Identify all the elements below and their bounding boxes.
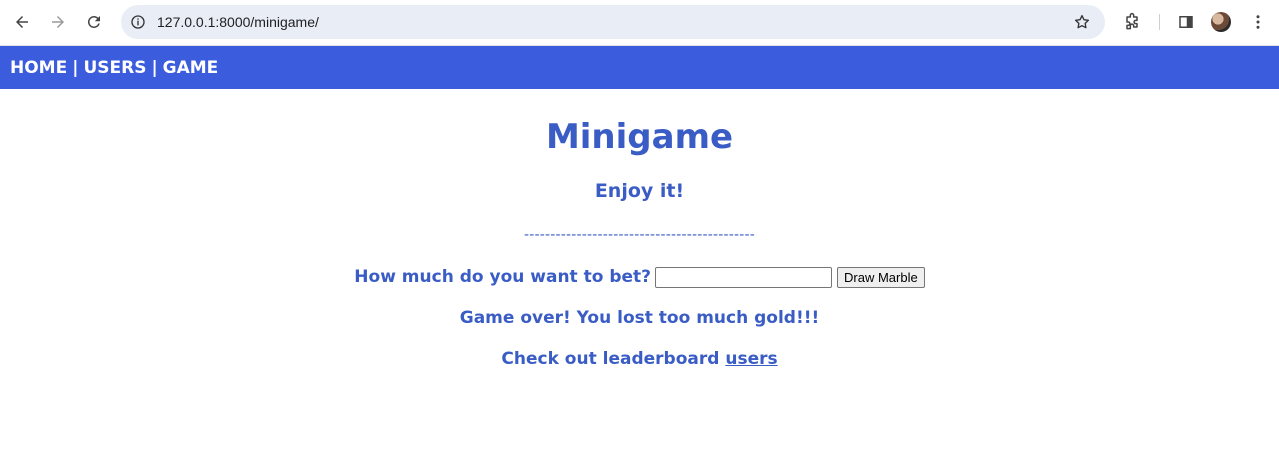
back-button[interactable] <box>9 9 35 35</box>
browser-toolbar: 127.0.0.1:8000/minigame/ <box>0 0 1279 46</box>
forward-button[interactable] <box>45 9 71 35</box>
page-title: Minigame <box>545 117 734 157</box>
leaderboard-line: Check out leaderboard users <box>0 347 1279 371</box>
dashed-divider: ----------------------------------------… <box>523 227 756 243</box>
side-panel-icon[interactable] <box>1175 11 1197 33</box>
forward-arrow-icon <box>52 16 64 28</box>
page-subtitle: Enjoy it! <box>594 180 685 202</box>
toolbar-divider <box>1159 14 1160 30</box>
nav-game-link[interactable]: GAME <box>163 58 219 78</box>
address-bar[interactable]: 127.0.0.1:8000/minigame/ <box>121 5 1105 39</box>
draw-marble-button[interactable]: Draw Marble <box>837 266 925 288</box>
reload-icon <box>87 15 100 28</box>
reload-button[interactable] <box>81 9 107 35</box>
avatar[interactable] <box>1211 12 1231 32</box>
bet-label: How much do you want to bet? <box>354 267 652 287</box>
puzzle-icon[interactable] <box>1121 11 1143 33</box>
nav-users-link[interactable]: USERS <box>83 58 146 78</box>
nav-separator: | <box>72 57 79 78</box>
info-icon[interactable] <box>129 13 147 31</box>
leaderboard-text: Check out leaderboard <box>501 349 720 369</box>
url-text[interactable]: 127.0.0.1:8000/minigame/ <box>157 14 319 30</box>
main-content: Minigame Enjoy it! ---------------------… <box>0 89 1279 371</box>
nav-home-link[interactable]: HOME <box>10 58 67 78</box>
users-link[interactable]: users <box>725 349 777 369</box>
back-arrow-icon <box>16 16 28 28</box>
game-over-message: Game over! You lost too much gold!!! <box>459 308 820 328</box>
nav-separator: | <box>151 57 158 78</box>
bet-amount-input[interactable] <box>655 266 833 288</box>
site-nav: HOME | USERS | GAME <box>0 46 1279 89</box>
star-icon[interactable] <box>1073 13 1091 31</box>
bet-form: How much do you want to bet? Draw Marble <box>0 265 1279 289</box>
kebab-menu-icon[interactable] <box>1247 11 1269 33</box>
